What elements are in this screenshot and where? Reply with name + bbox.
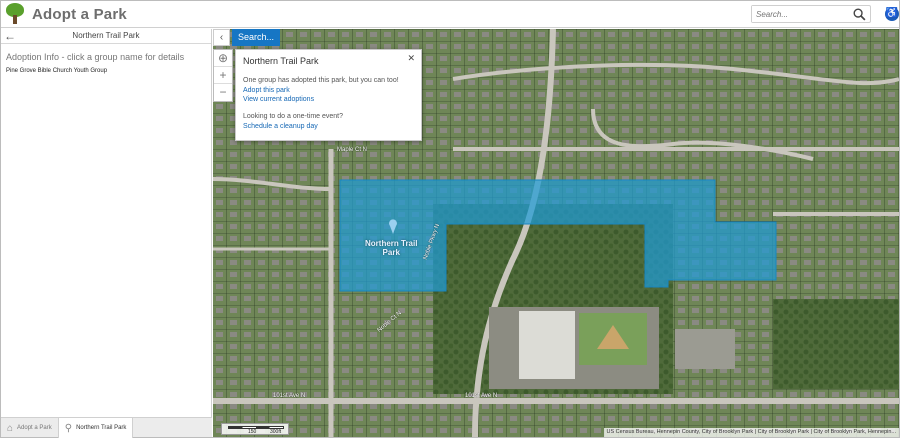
scale-label: 150 [248,429,257,435]
group-name-link[interactable]: Pine Grove Bible Church Youth Group [6,68,211,74]
zoom-out-button[interactable]: − [214,84,232,101]
panel-tabs: ⌂ Adopt a Park ⚲ Northern Trail Park [1,417,212,438]
search-box[interactable] [751,5,871,23]
park-label-line: Northern Trail [365,239,418,248]
schedule-cleanup-link[interactable]: Schedule a cleanup day [243,123,414,130]
map-attribution: US Census Bureau, Hennepin County, City … [603,428,899,437]
map-search-button[interactable]: Search... [232,29,280,46]
panel-title: Northern Trail Park [72,31,140,40]
tree-logo-icon [6,3,24,25]
tab-adopt-a-park[interactable]: ⌂ Adopt a Park [1,418,58,438]
park-popup: Northern Trail Park ✕ One group has adop… [235,49,422,141]
park-label[interactable]: Northern Trail Park [365,239,417,257]
tab-label: Adopt a Park [17,425,52,431]
scale-bar: 150 300ft [221,423,289,435]
popup-event-question: Looking to do a one-time event? [243,113,344,120]
app-window: Adopt a Park ♿ ← Northern Trail Park Ado… [0,0,900,438]
adoption-info-text: Adoption Info - click a group name for d… [6,52,185,62]
view-adoptions-link[interactable]: View current adoptions [243,96,414,103]
app-title: Adopt a Park [32,5,127,23]
locate-icon[interactable]: ⊕ [214,50,232,67]
zoom-in-button[interactable]: + [214,67,232,84]
close-icon[interactable]: ✕ [407,53,415,64]
map-controls: ⊕ + − [213,49,233,102]
search-input[interactable] [752,6,848,22]
street-label: Maple Ct N [337,147,368,153]
accessibility-icon[interactable]: ♿ [885,7,899,21]
adopt-park-link[interactable]: Adopt this park [243,87,414,94]
popup-title: Northern Trail Park [243,56,319,66]
street-label: 101st Ave N [273,393,306,399]
park-label-line: Park [382,248,400,257]
panel-header: ← Northern Trail Park [1,29,211,44]
tab-label: Northern Trail Park [76,425,127,431]
side-panel: ← Northern Trail Park Adoption Info - cl… [1,29,212,438]
search-icon[interactable] [853,8,866,21]
search-icon: ⚲ [64,422,73,434]
popup-message: One group has adopted this park, but you… [243,77,399,84]
home-icon: ⌂ [7,422,14,434]
collapse-panel-button[interactable]: ‹ [213,29,230,46]
map-view[interactable]: Noble Pkwy N 101st Ave N 101st Ave N Nob… [213,29,899,437]
street-label: 101st Ave N [465,393,498,399]
scale-label: 300ft [270,429,282,435]
tab-northern-trail-park[interactable]: ⚲ Northern Trail Park [57,418,134,438]
app-header: Adopt a Park ♿ [1,1,899,28]
